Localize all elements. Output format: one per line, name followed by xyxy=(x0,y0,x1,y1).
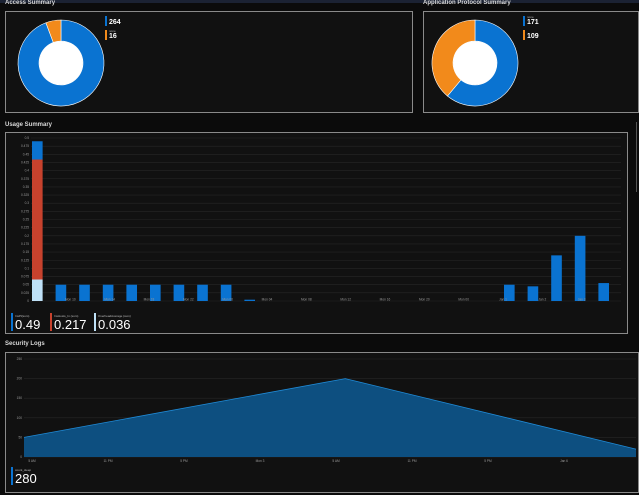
x-tick-label: 5 PM xyxy=(180,459,188,463)
y-tick-label: 250 xyxy=(17,357,23,361)
kpi-color-bar xyxy=(11,467,13,485)
y-tick-label: 0.025 xyxy=(21,291,29,295)
x-tick-label: Mon 20 xyxy=(419,298,430,302)
y-tick-label: 0.15 xyxy=(23,250,29,254)
y-tick-label: 0.35 xyxy=(23,185,29,189)
x-tick-label: Mon 08 xyxy=(301,298,312,302)
security-logs-panel: 250 200 150 100 50 0 5 AM 11 PM 5 PM Mon 3 5 AM 11… xyxy=(5,352,639,493)
legend-color-swatch xyxy=(523,30,525,40)
app-protocol-summary-title: Application Protocol Summary xyxy=(423,0,511,6)
usage-summary-chart[interactable]: 0.5 0.475 0.45 0.425 0.4 0.375 0.35 0.325 0.3 0.2… xyxy=(6,133,627,303)
bar-segment-pl[interactable] xyxy=(197,284,208,301)
bar-segment-pl[interactable] xyxy=(32,141,43,160)
protocol-legend-item-2[interactable]: 109 xyxy=(523,30,553,40)
bar-segment-pl[interactable] xyxy=(598,283,610,301)
legend-value: 171 xyxy=(527,19,539,26)
x-tick-label: Mon 18 xyxy=(144,298,155,302)
usage-summary-panel: 0.5 0.475 0.45 0.425 0.4 0.375 0.35 0.325 0.3 0.2… xyxy=(5,132,628,334)
legend-color-swatch xyxy=(105,16,107,26)
x-tick-label: Mon 22 xyxy=(183,298,194,302)
x-tick-label: 11 PM xyxy=(104,459,113,463)
kpi-value: 0.49 xyxy=(15,317,41,332)
y-tick-label: 0.325 xyxy=(21,193,29,197)
legend-value: 109 xyxy=(527,33,539,40)
y-tick-label: 0.425 xyxy=(21,160,29,164)
y-tick-label: 0.225 xyxy=(21,226,29,230)
y-tick-label: 0.125 xyxy=(21,258,29,262)
legend-value: 264 xyxy=(109,19,121,26)
x-tick-label: 5 PM xyxy=(484,459,492,463)
app-protocol-total: 280 xyxy=(461,52,489,69)
access-legend-item-1[interactable]: 264 xyxy=(105,16,135,26)
x-tick-label: Mon 14 xyxy=(104,298,115,302)
kpi-value: 0.217 xyxy=(54,317,87,332)
kpi-value: 0.036 xyxy=(98,317,131,332)
x-tick-label: 5 AM xyxy=(332,459,340,463)
x-tick-label: Mon 00 xyxy=(458,298,469,302)
x-tick-label: Jan 2 xyxy=(538,298,546,302)
bar-segment-pl[interactable] xyxy=(79,284,90,301)
top-bar xyxy=(0,0,639,3)
y-tick-label: 50 xyxy=(18,435,22,439)
security-logs-chart[interactable]: 250 200 150 100 50 0 5 AM 11 PM 5 PM Mon 3 5 AM 11… xyxy=(6,353,638,465)
y-tick-label: 0.1 xyxy=(25,266,30,270)
y-tick-label: 150 xyxy=(17,396,23,400)
legend-value: 16 xyxy=(109,33,117,40)
y-tick-label: 0.5 xyxy=(25,136,30,140)
x-tick-label: Jan 1 xyxy=(499,298,507,302)
y-tick-label: 0.3 xyxy=(25,201,30,205)
legend-color-swatch xyxy=(523,16,525,26)
y-tick-label: 0.05 xyxy=(23,283,29,287)
access-summary-total: 280 xyxy=(47,52,75,69)
y-tick-label: 0 xyxy=(27,299,29,303)
legend-color-swatch xyxy=(105,30,107,40)
app-protocol-summary-panel: 280 none 171 109 xyxy=(423,11,639,113)
y-tick-label: 0.4 xyxy=(25,169,30,173)
usage-summary-title: Usage Summary xyxy=(5,122,53,128)
y-tick-label: 0.45 xyxy=(23,152,29,156)
kpi-value: 280 xyxy=(15,471,37,486)
security-logs-title: Security Logs xyxy=(5,341,45,347)
x-tick-label: Mon 10 xyxy=(65,298,76,302)
y-tick-label: 0.475 xyxy=(21,144,29,148)
bar-segment-pl[interactable] xyxy=(527,286,539,301)
y-tick-label: 200 xyxy=(17,377,23,381)
protocol-legend-item-1[interactable]: none 171 xyxy=(523,16,553,26)
x-tick-label: 5 AM xyxy=(28,459,36,463)
x-tick-label: Mon 00 xyxy=(222,298,233,302)
y-tick-label: 0 xyxy=(20,455,22,459)
kpi-color-bar xyxy=(94,313,96,331)
bar-segment-pl[interactable] xyxy=(126,284,138,301)
x-tick-label: Mon 16 xyxy=(380,298,391,302)
bar-segment-overhead[interactable] xyxy=(32,279,43,301)
x-tick-label: Mon 04 xyxy=(262,298,273,302)
x-tick-label: Mon 12 xyxy=(340,298,351,302)
access-legend-item-2[interactable]: none 16 xyxy=(105,30,135,40)
kpi-color-bar xyxy=(50,313,52,331)
y-tick-label: 0.2 xyxy=(25,234,30,238)
bar-segment-pl[interactable] xyxy=(551,255,562,301)
bar-segment-hosts[interactable] xyxy=(32,159,43,280)
y-tick-label: 100 xyxy=(17,416,23,420)
y-tick-label: 0.175 xyxy=(21,242,29,246)
kpi-color-bar xyxy=(11,313,13,331)
access-summary-panel: 280 264 none 16 xyxy=(5,11,413,113)
y-tick-label: 0.25 xyxy=(23,218,29,222)
bar-segment-pl[interactable] xyxy=(244,299,256,301)
y-tick-label: 0.075 xyxy=(21,275,29,279)
access-summary-title: Access Summary xyxy=(5,0,56,6)
x-tick-label: 11 PM xyxy=(408,459,417,463)
x-tick-label: Jan 6 xyxy=(560,459,568,463)
y-tick-label: 0.275 xyxy=(21,209,29,213)
bar-segment-pl[interactable] xyxy=(574,235,586,301)
y-tick-label: 0.375 xyxy=(21,177,29,181)
x-tick-label: Mon 3 xyxy=(256,459,265,463)
x-tick-label: Jan 3 xyxy=(578,298,586,302)
